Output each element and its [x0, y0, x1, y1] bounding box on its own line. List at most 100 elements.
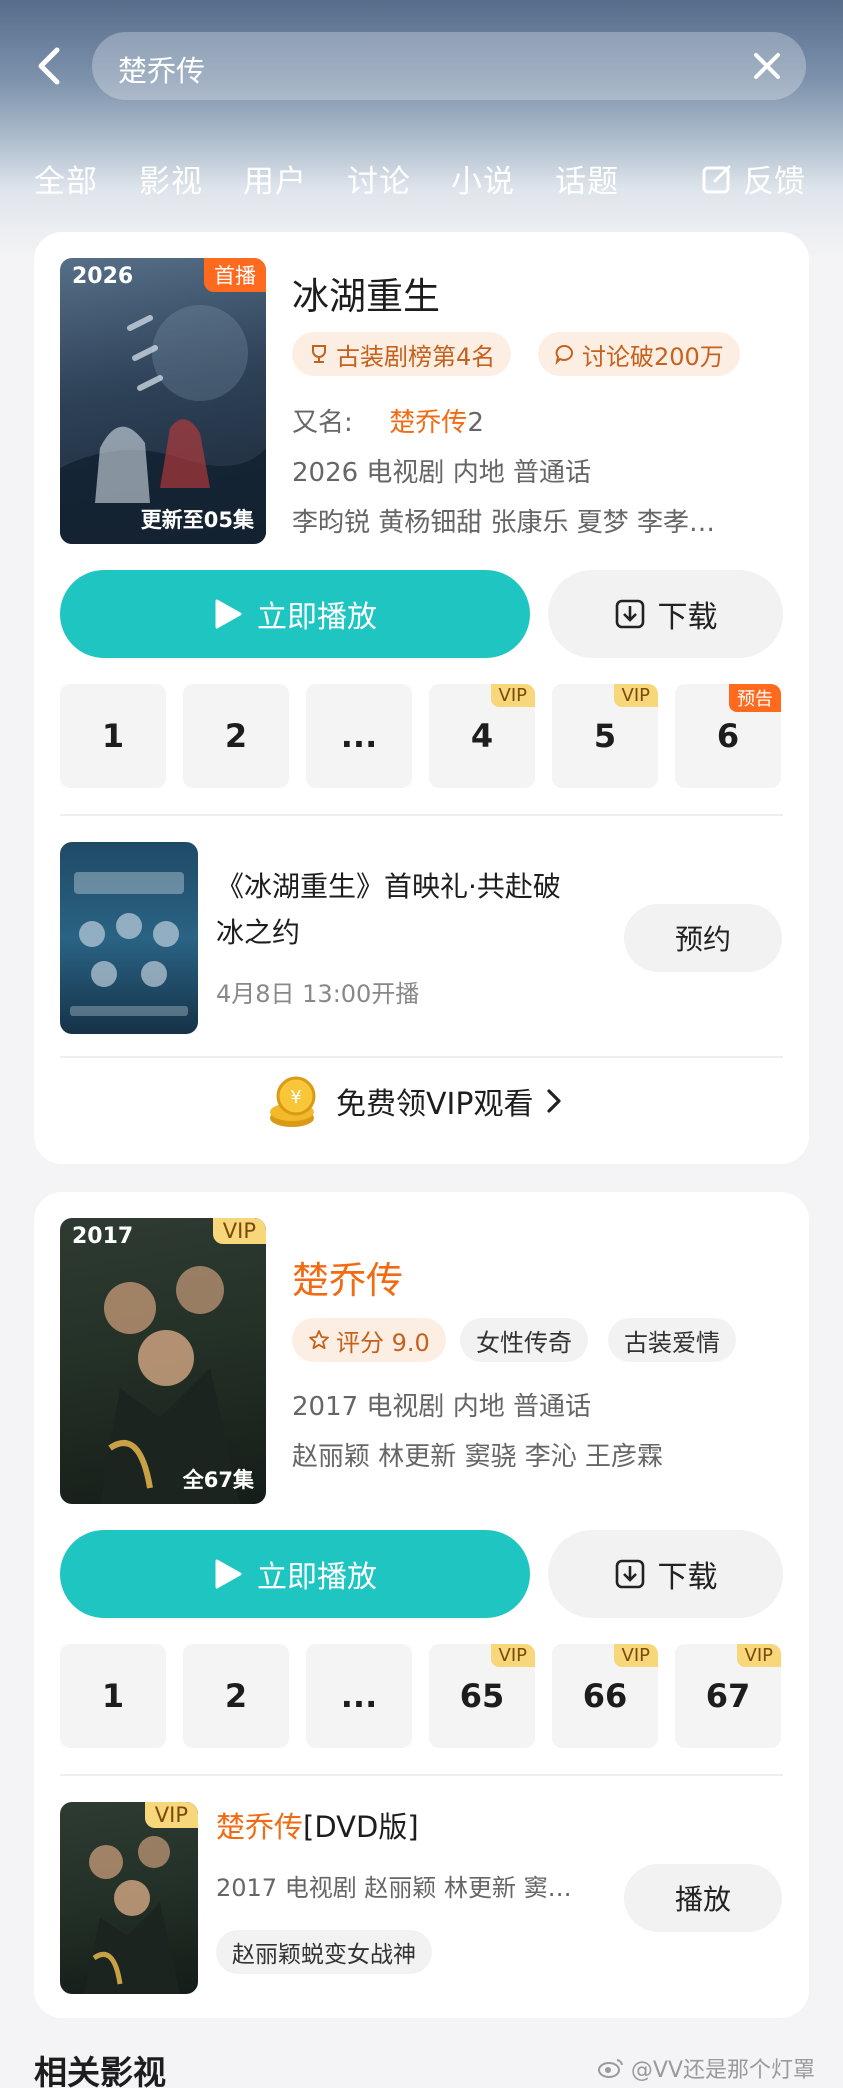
feedback-label: 反馈	[743, 164, 805, 200]
event-poster-art	[70, 872, 188, 1016]
divider	[60, 1056, 783, 1058]
reserve-label: 预约	[674, 923, 731, 956]
chevron-right-icon	[547, 1089, 562, 1113]
reserve-button[interactable]: 预约	[624, 904, 782, 972]
star-icon	[309, 1330, 329, 1350]
result-card-chuqiao: 2017 VIP 全67集 楚乔传 评分 9.0 女性传奇 古装爱情 2017 …	[34, 1192, 809, 2018]
dvd-version-meta: 2017 电视剧 赵丽颖 林更新 窦…	[216, 1874, 572, 1902]
show-title[interactable]: 冰湖重生	[292, 266, 440, 320]
vip-badge: VIP	[490, 684, 535, 707]
episode-number: 2	[224, 1677, 248, 1715]
weibo-logo-icon	[597, 2059, 623, 2078]
episode-button[interactable]: 1	[60, 684, 166, 788]
episode-number: 2	[224, 717, 248, 755]
show-cast: 李昀锐 黄杨钿甜 张康乐 夏梦 李孝…	[292, 508, 716, 538]
episode-number: ...	[340, 717, 378, 755]
play-dvd-button[interactable]: 播放	[624, 1864, 782, 1932]
tab-topic[interactable]: 话题	[555, 156, 619, 201]
episode-button[interactable]: 67 VIP	[675, 1644, 781, 1748]
dvd-highlight-tag[interactable]: 赵丽颖蜕变女战神	[216, 1930, 432, 1974]
episode-number: 1	[101, 1677, 125, 1715]
premiere-event-thumbnail[interactable]	[60, 842, 198, 1034]
free-vip-link[interactable]: ¥ 免费领VIP观看	[262, 1070, 563, 1132]
search-input[interactable]: 楚乔传	[92, 32, 806, 100]
poster-year: 2026	[72, 264, 134, 289]
episode-button[interactable]: 4 VIP	[429, 684, 535, 788]
play-now-button[interactable]: 立即播放	[60, 1530, 530, 1618]
feedback-button[interactable]: 反馈	[701, 156, 805, 201]
episode-button[interactable]: 6 预告	[675, 684, 781, 788]
watermark-text: @VV还是那个灯罩	[630, 2058, 815, 2083]
vip-badge: VIP	[212, 1218, 266, 1244]
alias-link[interactable]: 楚乔传	[389, 408, 467, 438]
episode-number: ...	[340, 1677, 378, 1715]
episode-button[interactable]: 66 VIP	[552, 1644, 658, 1748]
episode-button[interactable]: 5 VIP	[552, 684, 658, 788]
show-meta: 2017 电视剧 内地 普通话	[292, 1392, 591, 1422]
episode-count: 全67集	[182, 1468, 254, 1492]
tab-users[interactable]: 用户	[243, 156, 307, 201]
alias-prefix: 又名:	[292, 408, 353, 438]
close-icon[interactable]	[750, 49, 784, 83]
vip-badge: VIP	[736, 1644, 781, 1667]
episode-number: 65	[459, 1677, 505, 1715]
play-now-label: 立即播放	[257, 1560, 377, 1595]
episode-more-button[interactable]: ...	[306, 1644, 412, 1748]
tab-video[interactable]: 影视	[139, 156, 203, 201]
edit-icon	[702, 165, 731, 193]
play-dvd-label: 播放	[674, 1883, 731, 1916]
alias-suffix: 2	[467, 408, 484, 438]
play-now-button[interactable]: 立即播放	[60, 570, 530, 658]
gold-coins-icon: ¥	[270, 1076, 316, 1127]
back-arrow-icon[interactable]	[28, 44, 68, 88]
vip-badge: VIP	[613, 1644, 658, 1667]
genre-tag[interactable]: 古装爱情	[608, 1318, 736, 1362]
download-icon	[615, 1559, 644, 1589]
rank-tag-label: 古装剧榜第4名	[336, 342, 496, 371]
genre-tag[interactable]: 女性传奇	[460, 1318, 588, 1362]
chat-bubble-icon	[555, 345, 573, 365]
score-tag[interactable]: 评分 9.0	[292, 1318, 446, 1362]
episode-button[interactable]: 2	[183, 1644, 289, 1748]
update-status: 更新至05集	[140, 508, 254, 532]
divider	[60, 1774, 783, 1776]
episode-number: 66	[582, 1677, 628, 1715]
episode-button[interactable]: 65 VIP	[429, 1644, 535, 1748]
poster-art	[60, 305, 266, 544]
download-label: 下载	[657, 1560, 718, 1595]
rank-tag[interactable]: 古装剧榜第4名	[292, 332, 512, 376]
episode-button[interactable]: 2	[183, 684, 289, 788]
top-bar: 楚乔传	[0, 28, 843, 104]
episode-button[interactable]: 1	[60, 1644, 166, 1748]
episode-number: 67	[705, 1677, 751, 1715]
download-button[interactable]: 下载	[548, 1530, 783, 1618]
poster-image[interactable]: 2026 首播 更新至05集	[60, 258, 266, 544]
episode-number: 4	[470, 717, 494, 755]
play-now-label: 立即播放	[257, 600, 377, 635]
alias-line: 又名: 楚乔传2	[292, 402, 484, 439]
play-icon	[215, 599, 242, 629]
episode-number: 6	[716, 717, 740, 755]
trailer-badge: 预告	[729, 684, 781, 712]
discussion-tag[interactable]: 讨论破200万	[538, 332, 740, 376]
svg-text:¥: ¥	[290, 1087, 301, 1108]
tab-all[interactable]: 全部	[34, 156, 98, 201]
divider	[60, 814, 783, 816]
premiere-event-title-line2[interactable]: 冰之约	[216, 910, 300, 956]
dvd-version-title[interactable]: 楚乔传[DVD版]	[216, 1804, 419, 1850]
category-tabs: 全部 影视 用户 讨论 小说 话题 反馈	[0, 150, 843, 210]
download-button[interactable]: 下载	[548, 570, 783, 658]
dvd-version-thumbnail[interactable]: VIP	[60, 1802, 198, 1994]
tab-novel[interactable]: 小说	[451, 156, 515, 201]
result-card-bingh: 2026 首播 更新至05集 冰湖重生 古装剧榜第4名 讨论破200万 又名: …	[34, 232, 809, 1164]
free-vip-label: 免费领VIP观看	[336, 1087, 534, 1122]
episode-more-button[interactable]: ...	[306, 684, 412, 788]
play-icon	[215, 1559, 242, 1589]
poster-image[interactable]: 2017 VIP 全67集	[60, 1218, 266, 1504]
show-title[interactable]: 楚乔传	[292, 1250, 403, 1304]
tab-discussion[interactable]: 讨论	[347, 156, 411, 201]
dvd-highlight-label: 赵丽颖蜕变女战神	[232, 1942, 416, 1968]
premiere-event-title-line1[interactable]: 《冰湖重生》首映礼·共赴破	[216, 864, 561, 910]
search-query: 楚乔传	[118, 54, 206, 88]
trophy-icon	[312, 345, 326, 363]
